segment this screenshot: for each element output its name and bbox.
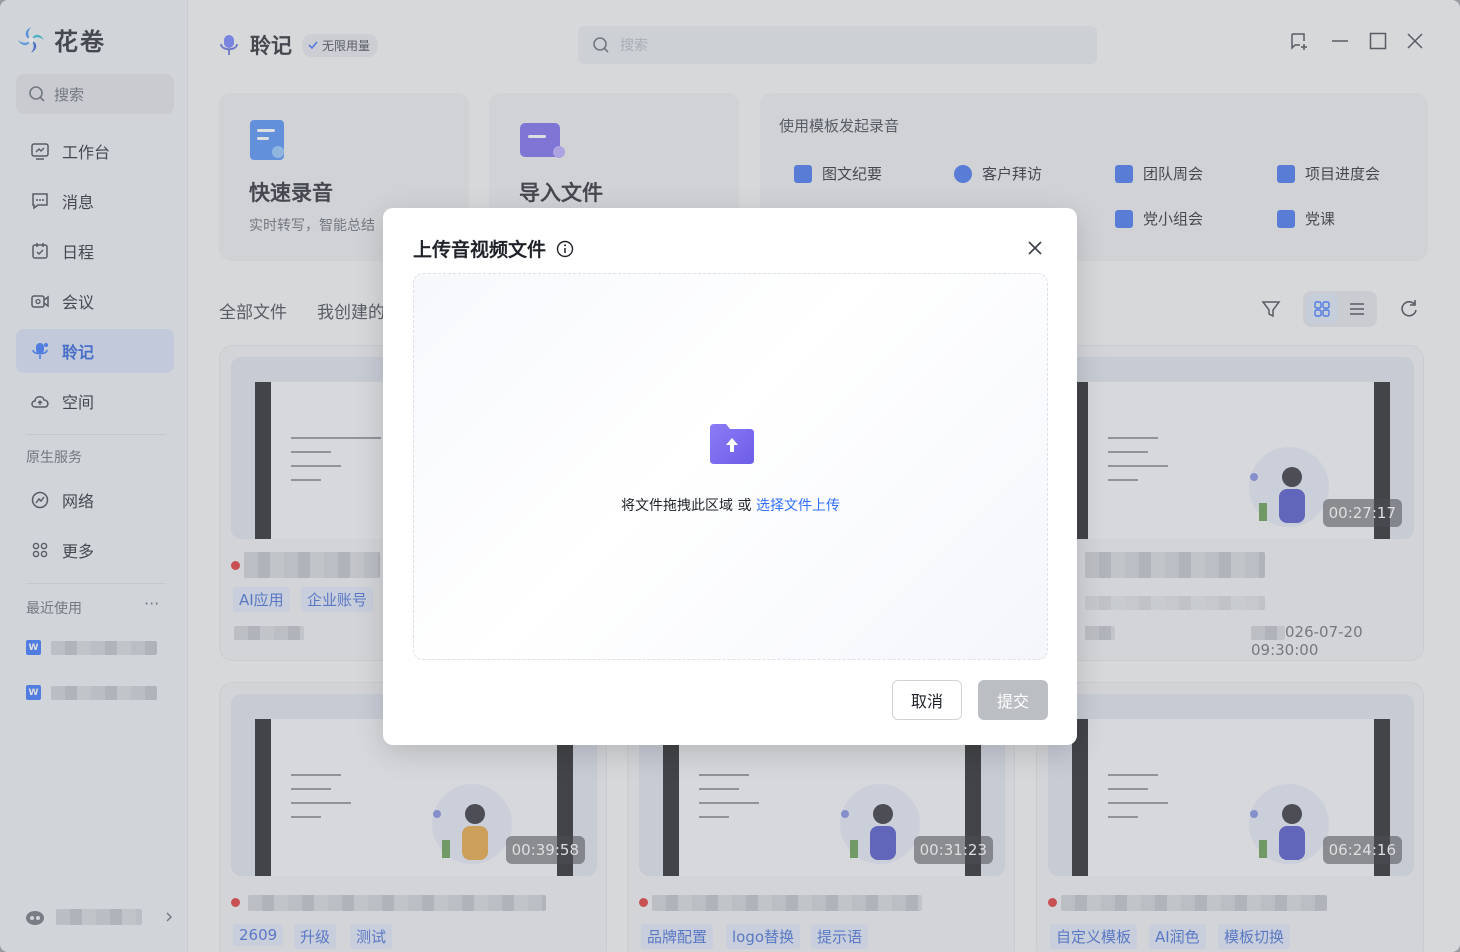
close-dialog-button[interactable] xyxy=(1025,238,1045,258)
upload-dialog: 上传音视频文件 将文件拖拽此区域 或 选择文件上传 取消 提交 xyxy=(383,208,1077,745)
select-file-link[interactable]: 选择文件上传 xyxy=(756,498,840,514)
submit-button[interactable]: 提交 xyxy=(978,680,1048,720)
dialog-title-text: 上传音视频文件 xyxy=(413,239,547,261)
folder-upload-icon xyxy=(710,424,754,464)
info-icon[interactable] xyxy=(556,240,574,258)
file-drop-zone[interactable]: 将文件拖拽此区域 或 选择文件上传 xyxy=(413,273,1048,660)
drop-text: 将文件拖拽此区域 或 xyxy=(621,498,756,514)
drop-instructions: 将文件拖拽此区域 或 选择文件上传 xyxy=(414,495,1047,515)
dialog-title: 上传音视频文件 xyxy=(413,235,574,262)
cancel-button[interactable]: 取消 xyxy=(892,680,962,720)
